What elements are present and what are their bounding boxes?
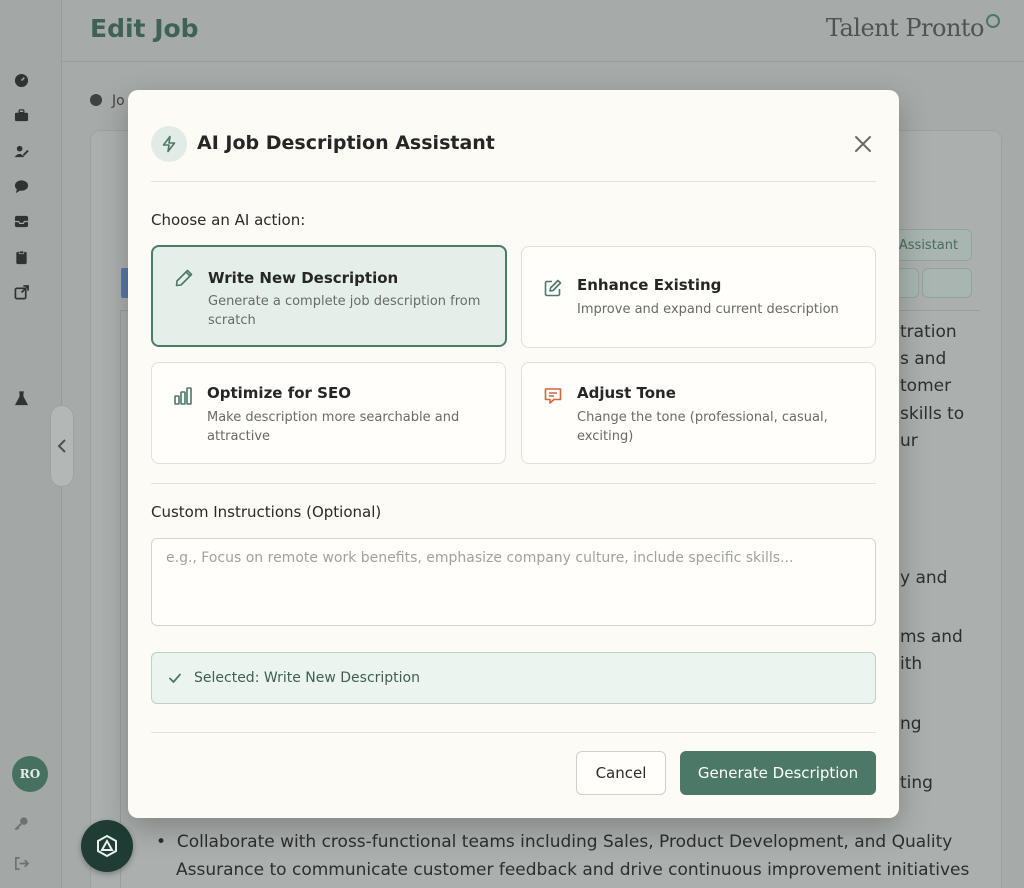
close-button[interactable] bbox=[851, 132, 875, 156]
footer-divider bbox=[151, 732, 876, 733]
check-icon bbox=[169, 673, 181, 683]
flask-icon[interactable] bbox=[13, 390, 29, 406]
custom-instructions-input[interactable] bbox=[151, 538, 876, 626]
briefcase-icon[interactable] bbox=[13, 107, 29, 123]
modal-title: AI Job Description Assistant bbox=[197, 132, 495, 154]
option-enhance-existing[interactable]: Enhance Existing Improve and expand curr… bbox=[521, 246, 876, 348]
close-icon bbox=[855, 136, 871, 152]
key-icon[interactable] bbox=[13, 815, 29, 831]
brand-logo: Talent Pronto bbox=[826, 14, 1000, 42]
ai-assistant-modal: AI Job Description Assistant Choose an A… bbox=[128, 90, 899, 818]
option-optimize-seo[interactable]: Optimize for SEO Make description more s… bbox=[151, 362, 506, 464]
bg-text-6: ms and bbox=[900, 627, 963, 647]
custom-instructions-label: Custom Instructions (Optional) bbox=[151, 503, 382, 521]
external-link-icon[interactable] bbox=[13, 284, 29, 300]
selected-action-banner: Selected: Write New Description bbox=[151, 652, 876, 704]
brand-mark-icon bbox=[986, 14, 1000, 28]
lightning-icon bbox=[151, 126, 187, 162]
option-desc: Change the tone (professional, casual, e… bbox=[577, 410, 828, 444]
bg-bullet-line-1: • Collaborate with cross-functional team… bbox=[156, 832, 953, 852]
chat-icon[interactable] bbox=[13, 178, 29, 194]
bg-text-8: ng bbox=[900, 714, 922, 734]
generate-description-button[interactable]: Generate Description bbox=[680, 751, 876, 795]
pencil-icon bbox=[173, 267, 195, 289]
bg-text-2: tomer bbox=[900, 376, 952, 396]
chevron-left-icon bbox=[57, 439, 66, 453]
bg-text-5: y and bbox=[900, 568, 948, 588]
option-desc: Make description more searchable and att… bbox=[207, 410, 460, 444]
dashboard-icon[interactable] bbox=[13, 72, 29, 88]
bg-text-7: ith bbox=[900, 654, 923, 674]
bar-chart-icon bbox=[172, 385, 194, 407]
bg-text-3: skills to bbox=[900, 404, 965, 424]
options-divider bbox=[151, 483, 876, 484]
avatar[interactable]: RO bbox=[12, 756, 48, 792]
option-title: Write New Description bbox=[208, 269, 399, 287]
option-title: Enhance Existing bbox=[577, 276, 722, 294]
bg-text-1: s and bbox=[900, 349, 947, 369]
inbox-icon[interactable] bbox=[13, 213, 29, 229]
option-write-new[interactable]: Write New Description Generate a complet… bbox=[151, 245, 507, 347]
assistant-fab[interactable] bbox=[81, 820, 133, 872]
header-divider bbox=[151, 181, 876, 182]
selected-action-text: Selected: Write New Description bbox=[194, 670, 420, 686]
option-desc: Improve and expand current description bbox=[577, 302, 839, 317]
shapes-logo-icon bbox=[97, 834, 117, 858]
clipboard-icon[interactable] bbox=[13, 249, 29, 265]
bg-text-9: ting bbox=[900, 773, 933, 793]
cancel-button[interactable]: Cancel bbox=[576, 751, 666, 795]
sidebar-collapse-handle[interactable] bbox=[50, 405, 74, 487]
page-title: Edit Job bbox=[90, 14, 199, 43]
bg-bullet-line-2: Assurance to communicate customer feedba… bbox=[176, 860, 970, 880]
redo-button[interactable] bbox=[922, 268, 972, 298]
message-icon bbox=[542, 385, 564, 407]
option-adjust-tone[interactable]: Adjust Tone Change the tone (professiona… bbox=[521, 362, 876, 464]
breadcrumb: Jo bbox=[90, 93, 125, 109]
choose-action-label: Choose an AI action: bbox=[151, 211, 306, 229]
option-title: Adjust Tone bbox=[577, 384, 676, 402]
option-desc: Generate a complete job description from… bbox=[208, 294, 481, 328]
logout-icon[interactable] bbox=[13, 855, 29, 871]
edit-square-icon bbox=[542, 277, 564, 299]
bg-text-0: tration bbox=[900, 322, 957, 342]
option-title: Optimize for SEO bbox=[207, 384, 351, 402]
user-edit-icon[interactable] bbox=[13, 143, 29, 159]
breadcrumb-icon bbox=[90, 94, 102, 106]
bg-text-4: ur bbox=[900, 431, 918, 451]
